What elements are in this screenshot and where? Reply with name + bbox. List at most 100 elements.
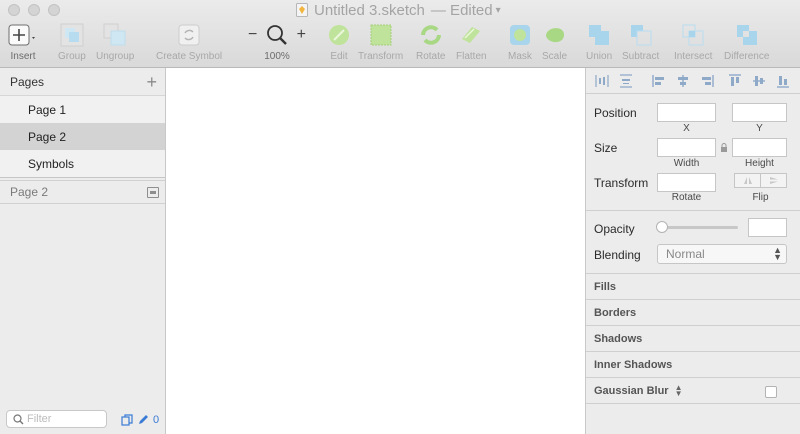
- rotate-field[interactable]: [657, 173, 716, 192]
- union-label: Union: [586, 51, 613, 62]
- page-item-symbols[interactable]: Symbols: [0, 150, 165, 177]
- copy-icon[interactable]: [121, 414, 133, 426]
- add-page-button[interactable]: +: [146, 73, 157, 91]
- intersect-button[interactable]: Intersect: [674, 22, 712, 64]
- opacity-field[interactable]: [748, 218, 787, 237]
- rotate-label: Rotate: [416, 51, 446, 62]
- flip-label: Flip: [752, 192, 769, 203]
- distribute-vertical-icon[interactable]: [619, 74, 633, 88]
- gaussian-blur-checkbox[interactable]: [765, 386, 777, 398]
- difference-label: Difference: [724, 51, 770, 62]
- current-page-name: Page 2: [10, 185, 49, 199]
- chevron-updown-icon[interactable]: ▲ ▼: [675, 383, 683, 397]
- width-label: Width: [673, 158, 700, 169]
- subtract-button[interactable]: Subtract: [622, 22, 659, 64]
- filter-field[interactable]: [6, 410, 107, 428]
- scale-button[interactable]: Scale: [542, 22, 567, 64]
- edit-button[interactable]: Edit: [328, 22, 350, 64]
- flatten-label: Flatten: [456, 51, 487, 62]
- distribute-horizontal-icon[interactable]: [595, 74, 609, 88]
- collapse-layers-icon[interactable]: [147, 186, 159, 198]
- ungroup-icon: [103, 23, 126, 46]
- flip-horizontal-icon: [743, 177, 752, 184]
- group-button[interactable]: Group: [58, 22, 86, 64]
- position-x-input[interactable]: [658, 104, 715, 121]
- rotate-icon: [420, 25, 441, 45]
- zoom-in-button[interactable]: +: [297, 26, 306, 44]
- align-center-horizontal-icon[interactable]: [676, 74, 690, 88]
- insert-button[interactable]: Insert: [8, 22, 38, 64]
- shadows-section[interactable]: Shadows: [586, 326, 800, 352]
- transform-icon: [370, 24, 392, 46]
- height-input[interactable]: [733, 139, 786, 156]
- opacity-slider-knob[interactable]: [656, 221, 668, 233]
- flip-horizontal-button[interactable]: [735, 174, 761, 187]
- window-title[interactable]: Untitled 3.sketch — Edited ▾: [296, 0, 501, 20]
- zoom-control: − + 100%: [248, 22, 306, 64]
- transform-label: Transform: [594, 176, 649, 190]
- current-page-header: Page 2: [0, 180, 165, 204]
- minimize-window-button[interactable]: [28, 4, 40, 16]
- inner-shadows-section[interactable]: Inner Shadows: [586, 352, 800, 378]
- borders-section[interactable]: Borders: [586, 300, 800, 326]
- blending-select[interactable]: Normal ▲ ▼: [657, 244, 787, 264]
- position-y-field[interactable]: [732, 103, 787, 122]
- magnifier-icon[interactable]: [266, 24, 288, 46]
- chevron-down-icon[interactable]: ▾: [496, 5, 501, 16]
- union-button[interactable]: Union: [586, 22, 612, 64]
- search-icon: [13, 414, 24, 425]
- opacity-label: Opacity: [594, 222, 635, 236]
- size-label: Size: [594, 141, 618, 155]
- rotate-input[interactable]: [658, 174, 715, 191]
- align-middle-vertical-icon[interactable]: [752, 74, 766, 88]
- difference-button[interactable]: Difference: [724, 22, 769, 64]
- zoom-window-button[interactable]: [48, 4, 60, 16]
- height-field[interactable]: [732, 138, 787, 157]
- sketch-document-icon: [296, 3, 308, 17]
- page-list: Page 1 Page 2 Symbols: [0, 95, 165, 178]
- edit-icon: [329, 25, 349, 45]
- align-bottom-icon[interactable]: [776, 74, 790, 88]
- intersect-label: Intersect: [674, 51, 713, 62]
- align-top-icon[interactable]: [728, 74, 742, 88]
- page-item-page-1[interactable]: Page 1: [0, 96, 165, 123]
- rotate-button[interactable]: Rotate: [416, 22, 445, 64]
- rotate-label: Rotate: [671, 192, 702, 203]
- opacity-input[interactable]: [749, 219, 786, 236]
- position-y-input[interactable]: [733, 104, 786, 121]
- transform-label: Transform: [358, 51, 404, 62]
- pages-header: Pages +: [0, 68, 165, 95]
- flatten-button[interactable]: Flatten: [456, 22, 487, 64]
- flip-control: [734, 173, 787, 188]
- width-field[interactable]: [657, 138, 716, 157]
- position-x-field[interactable]: [657, 103, 716, 122]
- height-label: Height: [745, 158, 774, 169]
- mask-button[interactable]: Mask: [508, 22, 532, 64]
- subtract-label: Subtract: [622, 51, 660, 62]
- lock-icon[interactable]: [720, 143, 728, 152]
- fills-section[interactable]: Fills: [586, 274, 800, 300]
- pencil-icon[interactable]: [137, 414, 149, 426]
- zoom-level: 100%: [264, 51, 290, 62]
- filter-input[interactable]: [27, 413, 101, 425]
- width-input[interactable]: [658, 139, 715, 156]
- page-item-page-2[interactable]: Page 2: [0, 123, 165, 150]
- divider: [586, 210, 800, 211]
- flip-vertical-button[interactable]: [761, 174, 786, 187]
- zoom-out-button[interactable]: −: [248, 26, 257, 44]
- inspector-panel: Position X Y Size Width Height Transform…: [585, 68, 800, 434]
- position-label: Position: [594, 106, 637, 120]
- gaussian-blur-label: Gaussian Blur: [594, 384, 669, 397]
- artboard-canvas[interactable]: [166, 68, 585, 434]
- close-window-button[interactable]: [8, 4, 20, 16]
- opacity-slider-track[interactable]: [660, 226, 738, 229]
- y-label: Y: [756, 123, 763, 134]
- difference-icon: [736, 25, 757, 45]
- ungroup-button[interactable]: Ungroup: [96, 22, 134, 64]
- align-right-icon[interactable]: [700, 74, 714, 88]
- blending-label: Blending: [594, 248, 641, 262]
- create-symbol-button[interactable]: Create Symbol: [156, 22, 222, 64]
- transform-button[interactable]: Transform: [358, 22, 403, 64]
- edit-label: Edit: [330, 51, 348, 62]
- align-left-icon[interactable]: [652, 74, 666, 88]
